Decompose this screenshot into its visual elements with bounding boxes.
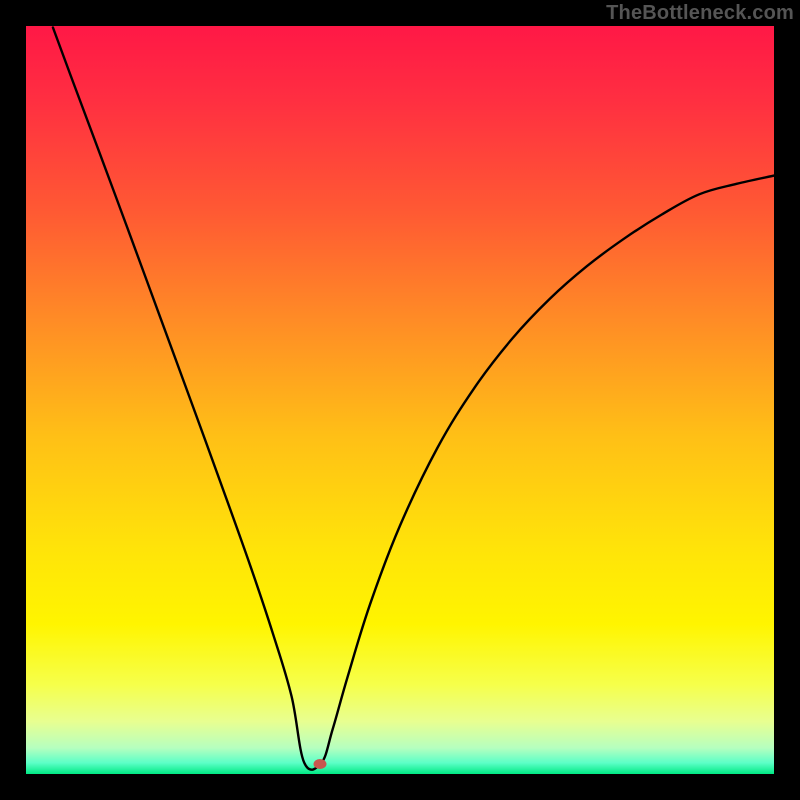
bottleneck-curve bbox=[53, 28, 774, 770]
watermark-text: TheBottleneck.com bbox=[606, 2, 794, 25]
curve-layer bbox=[26, 26, 774, 774]
optimum-marker bbox=[313, 759, 326, 769]
plot-area bbox=[26, 26, 774, 774]
chart-frame: TheBottleneck.com bbox=[0, 0, 800, 800]
